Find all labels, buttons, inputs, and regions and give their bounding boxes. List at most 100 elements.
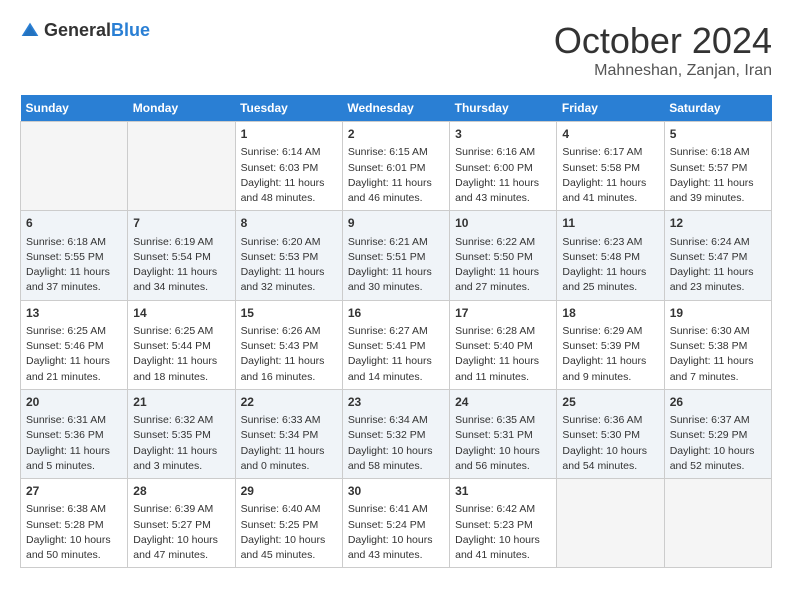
sunset-text: Sunset: 5:25 PM [241,519,319,531]
column-header-monday: Monday [128,95,235,122]
sunrise-text: Sunrise: 6:24 AM [670,236,750,248]
day-number: 20 [26,394,122,411]
sunset-text: Sunset: 5:38 PM [670,340,748,352]
sunset-text: Sunset: 5:28 PM [26,519,104,531]
sunset-text: Sunset: 6:03 PM [241,162,319,174]
calendar-week-row: 1Sunrise: 6:14 AMSunset: 6:03 PMDaylight… [21,122,772,211]
sunrise-text: Sunrise: 6:30 AM [670,325,750,337]
page-header: GeneralBlue October 2024 Mahneshan, Zanj… [20,20,772,80]
daylight-text: Daylight: 11 hours and 32 minutes. [241,266,325,293]
sunset-text: Sunset: 5:23 PM [455,519,533,531]
day-number: 28 [133,483,229,500]
sunrise-text: Sunrise: 6:42 AM [455,503,535,515]
day-number: 14 [133,305,229,322]
day-number: 23 [348,394,444,411]
day-number: 17 [455,305,551,322]
daylight-text: Daylight: 11 hours and 27 minutes. [455,266,539,293]
daylight-text: Daylight: 11 hours and 16 minutes. [241,355,325,382]
daylight-text: Daylight: 11 hours and 0 minutes. [241,445,325,472]
daylight-text: Daylight: 11 hours and 41 minutes. [562,177,646,204]
logo-general: General [44,20,111,40]
sunset-text: Sunset: 5:58 PM [562,162,640,174]
calendar-cell: 29Sunrise: 6:40 AMSunset: 5:25 PMDayligh… [235,479,342,568]
day-number: 9 [348,215,444,232]
daylight-text: Daylight: 11 hours and 34 minutes. [133,266,217,293]
daylight-text: Daylight: 10 hours and 43 minutes. [348,534,433,561]
sunset-text: Sunset: 5:30 PM [562,429,640,441]
sunset-text: Sunset: 5:44 PM [133,340,211,352]
daylight-text: Daylight: 11 hours and 7 minutes. [670,355,754,382]
day-number: 27 [26,483,122,500]
daylight-text: Daylight: 11 hours and 43 minutes. [455,177,539,204]
calendar-cell: 19 Sunrise: 6:30 AM Sunset: 5:38 PM Dayligh… [664,300,771,389]
calendar-cell: 5Sunrise: 6:18 AMSunset: 5:57 PMDaylight… [664,122,771,211]
logo-icon [20,21,40,41]
daylight-text: Daylight: 10 hours and 58 minutes. [348,445,433,472]
day-number: 24 [455,394,551,411]
day-number: 31 [455,483,551,500]
sunset-text: Sunset: 5:54 PM [133,251,211,263]
calendar-cell: 8Sunrise: 6:20 AMSunset: 5:53 PMDaylight… [235,211,342,300]
sunset-text: Sunset: 5:51 PM [348,251,426,263]
calendar-header-row: SundayMondayTuesdayWednesdayThursdayFrid… [21,95,772,122]
calendar-cell: 20Sunrise: 6:31 AMSunset: 5:36 PMDayligh… [21,389,128,478]
day-number: 26 [670,394,766,411]
calendar-cell: 10Sunrise: 6:22 AMSunset: 5:50 PMDayligh… [450,211,557,300]
sunrise-text: Sunrise: 6:15 AM [348,146,428,158]
calendar-cell: 9Sunrise: 6:21 AMSunset: 5:51 PMDaylight… [342,211,449,300]
daylight-text: Daylight: 11 hours and 30 minutes. [348,266,432,293]
sunrise-text: Sunrise: 6:14 AM [241,146,321,158]
daylight-text: Daylight: 10 hours and 56 minutes. [455,445,540,472]
calendar-cell: 6Sunrise: 6:18 AMSunset: 5:55 PMDaylight… [21,211,128,300]
sunrise-text: Sunrise: 6:31 AM [26,414,106,426]
day-number: 11 [562,215,658,232]
calendar-cell: 11Sunrise: 6:23 AMSunset: 5:48 PMDayligh… [557,211,664,300]
daylight-text: Daylight: 11 hours and 46 minutes. [348,177,432,204]
daylight-text: Daylight: 11 hours and 9 minutes. [562,355,646,382]
sunrise-text: Sunrise: 6:25 AM [26,325,106,337]
sunrise-text: Sunrise: 6:36 AM [562,414,642,426]
calendar-cell: 28Sunrise: 6:39 AMSunset: 5:27 PMDayligh… [128,479,235,568]
day-number: 19 [670,305,766,322]
calendar-cell: 31Sunrise: 6:42 AMSunset: 5:23 PMDayligh… [450,479,557,568]
daylight-text: Daylight: 11 hours and 25 minutes. [562,266,646,293]
calendar-week-row: 20 Sunrise: 6:31 AM Sunset: 5:36 PM Dayligh… [21,389,772,478]
sunrise-text: Sunrise: 6:18 AM [26,236,106,248]
daylight-text: Daylight: 10 hours and 54 minutes. [562,445,647,472]
daylight-text: Daylight: 10 hours and 50 minutes. [26,534,111,561]
sunrise-text: Sunrise: 6:37 AM [670,414,750,426]
calendar-week-row: 13 Sunrise: 6:25 AM Sunset: 5:46 PM Dayligh… [21,300,772,389]
sunset-text: Sunset: 5:36 PM [26,429,104,441]
sunrise-text: Sunrise: 6:25 AM [133,325,213,337]
calendar-cell: 13Sunrise: 6:25 AMSunset: 5:46 PMDayligh… [21,300,128,389]
calendar-cell [664,479,771,568]
logo: GeneralBlue [20,20,150,41]
day-number: 13 [26,305,122,322]
sunset-text: Sunset: 5:53 PM [241,251,319,263]
calendar-cell [557,479,664,568]
sunset-text: Sunset: 5:32 PM [348,429,426,441]
sunset-text: Sunset: 5:46 PM [26,340,104,352]
sunset-text: Sunset: 5:34 PM [241,429,319,441]
daylight-text: Daylight: 11 hours and 18 minutes. [133,355,217,382]
calendar-cell: 1Sunrise: 6:14 AMSunset: 6:03 PMDaylight… [235,122,342,211]
sunrise-text: Sunrise: 6:23 AM [562,236,642,248]
sunset-text: Sunset: 5:50 PM [455,251,533,263]
sunset-text: Sunset: 5:55 PM [26,251,104,263]
sunset-text: Sunset: 5:47 PM [670,251,748,263]
calendar-cell: 7Sunrise: 6:19 AMSunset: 5:54 PMDaylight… [128,211,235,300]
day-number: 29 [241,483,337,500]
day-number: 2 [348,126,444,143]
day-number: 30 [348,483,444,500]
sunset-text: Sunset: 6:01 PM [348,162,426,174]
day-number: 5 [670,126,766,143]
calendar-table: SundayMondayTuesdayWednesdayThursdayFrid… [20,95,772,568]
day-number: 16 [348,305,444,322]
calendar-cell: 30Sunrise: 6:41 AMSunset: 5:24 PMDayligh… [342,479,449,568]
daylight-text: Daylight: 11 hours and 3 minutes. [133,445,217,472]
sunrise-text: Sunrise: 6:35 AM [455,414,535,426]
daylight-text: Daylight: 10 hours and 52 minutes. [670,445,755,472]
sunrise-text: Sunrise: 6:33 AM [241,414,321,426]
sunset-text: Sunset: 5:57 PM [670,162,748,174]
calendar-cell [128,122,235,211]
